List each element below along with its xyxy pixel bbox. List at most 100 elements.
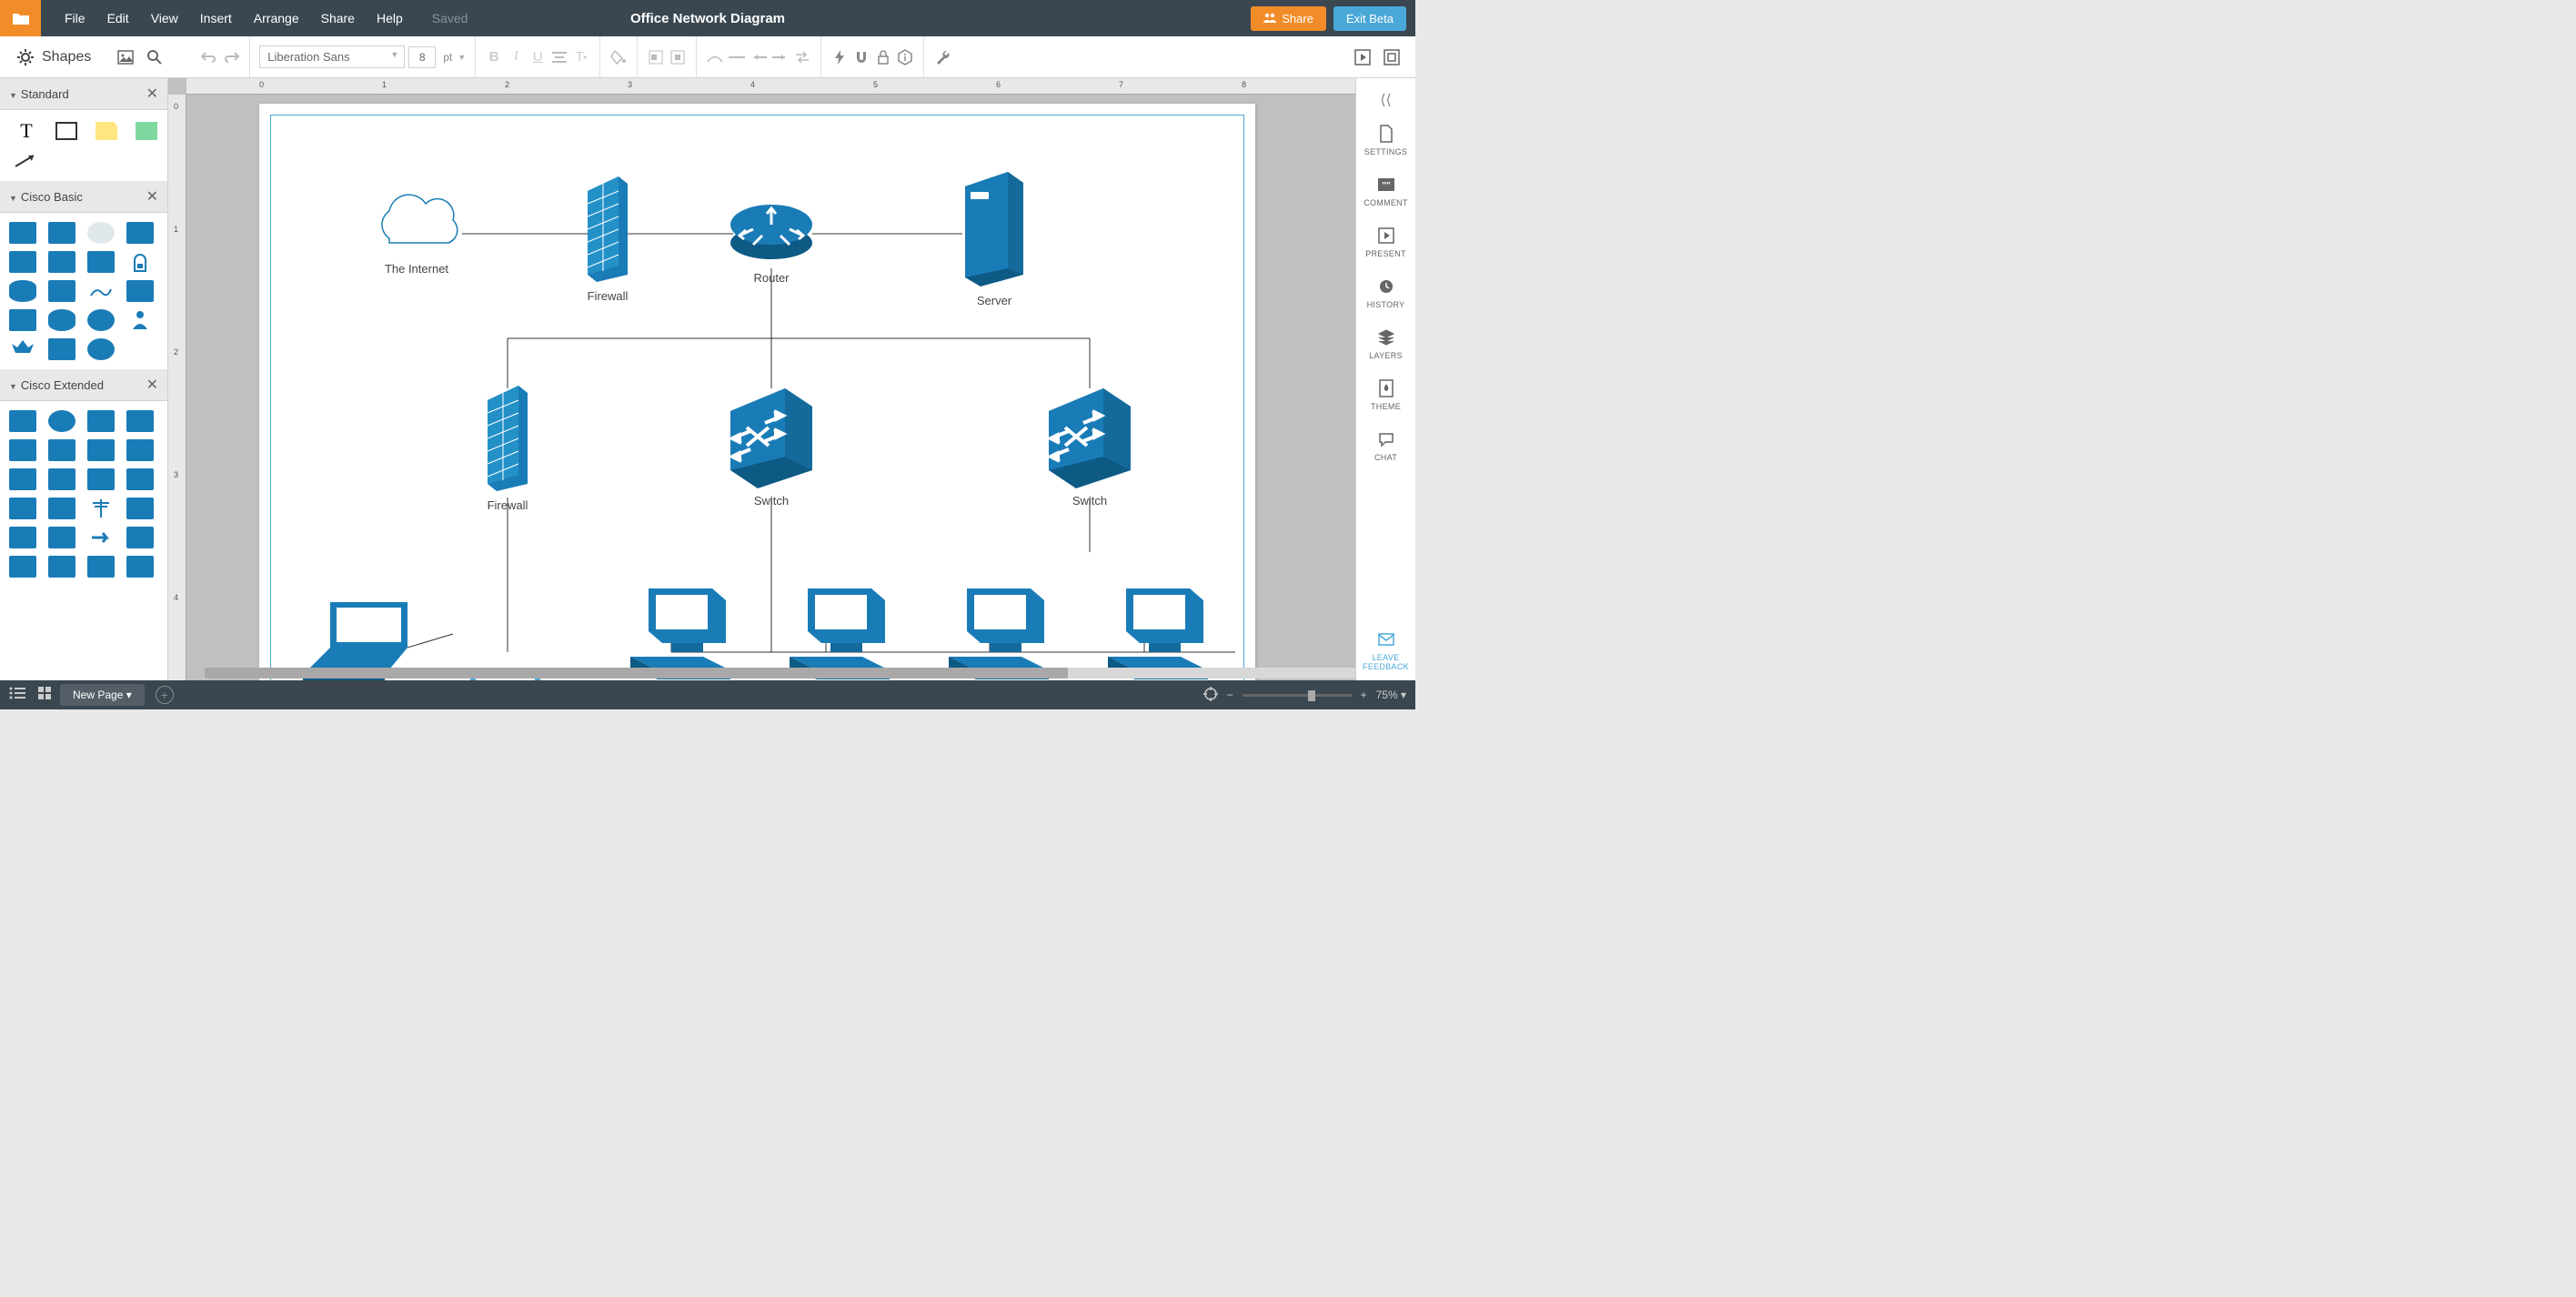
line-style-icon[interactable] xyxy=(728,48,746,66)
cisco-shape[interactable] xyxy=(46,408,77,434)
info-icon[interactable] xyxy=(896,48,914,66)
cisco-shape[interactable] xyxy=(46,467,77,492)
node-pc[interactable] xyxy=(780,584,899,680)
rail-chat[interactable]: CHAT xyxy=(1356,420,1415,471)
zoom-in-button[interactable]: + xyxy=(1361,689,1367,701)
bold-icon[interactable]: B xyxy=(485,48,503,66)
arrow-start-icon[interactable] xyxy=(750,48,768,66)
redo-icon[interactable] xyxy=(222,48,240,66)
close-icon[interactable]: ✕ xyxy=(146,376,158,394)
align-center-icon[interactable] xyxy=(669,48,687,66)
menu-file[interactable]: File xyxy=(54,0,96,36)
node-pc[interactable] xyxy=(940,584,1058,680)
cisco-shape[interactable] xyxy=(46,220,77,246)
cisco-shape[interactable] xyxy=(46,278,77,304)
cisco-shape[interactable] xyxy=(86,437,116,463)
share-button[interactable]: Share xyxy=(1251,6,1326,31)
cisco-shape[interactable] xyxy=(7,278,38,304)
undo-icon[interactable] xyxy=(200,48,218,66)
magnet-icon[interactable] xyxy=(852,48,870,66)
menu-edit[interactable]: Edit xyxy=(96,0,140,36)
node-switch-2[interactable]: Switch xyxy=(1040,384,1140,508)
cisco-shape[interactable] xyxy=(125,220,156,246)
cisco-shape[interactable] xyxy=(86,278,116,304)
cisco-shape[interactable] xyxy=(125,408,156,434)
cisco-shape[interactable] xyxy=(46,525,77,550)
shape-fill[interactable] xyxy=(129,119,164,143)
scrollbar-horizontal[interactable] xyxy=(205,668,1355,679)
arrow-end-icon[interactable] xyxy=(771,48,790,66)
underline-icon[interactable]: U xyxy=(528,48,547,66)
panel-cisco-extended-header[interactable]: ▼Cisco Extended ✕ xyxy=(0,369,167,401)
zoom-level[interactable]: 75% ▾ xyxy=(1376,689,1406,701)
node-firewall-2[interactable]: Firewall xyxy=(480,384,535,512)
cisco-shape[interactable] xyxy=(125,525,156,550)
zoom-slider[interactable] xyxy=(1243,694,1352,697)
zoom-out-button[interactable]: − xyxy=(1227,689,1233,701)
rail-comment[interactable]: "" COMMENT xyxy=(1356,166,1415,216)
cisco-shape[interactable] xyxy=(7,307,38,333)
canvas-page[interactable]: The Internet Firewall xyxy=(259,104,1255,680)
fill-icon[interactable] xyxy=(609,48,628,66)
swap-icon[interactable] xyxy=(793,48,811,66)
exit-beta-button[interactable]: Exit Beta xyxy=(1333,6,1406,31)
cisco-shape[interactable] xyxy=(46,496,77,521)
cisco-shape[interactable] xyxy=(46,337,77,362)
cisco-shape[interactable] xyxy=(86,408,116,434)
play-icon[interactable] xyxy=(1353,48,1372,66)
cisco-shape[interactable] xyxy=(7,525,38,550)
shape-arrow[interactable] xyxy=(9,148,44,172)
grid-view-icon[interactable] xyxy=(38,687,51,704)
close-icon[interactable]: ✕ xyxy=(146,85,158,103)
cisco-shape[interactable] xyxy=(46,249,77,275)
rail-history[interactable]: HISTORY xyxy=(1356,267,1415,318)
align-icon[interactable] xyxy=(550,48,569,66)
cisco-shape[interactable] xyxy=(7,249,38,275)
cisco-shape[interactable] xyxy=(86,249,116,275)
cisco-shape[interactable] xyxy=(7,437,38,463)
panel-standard-header[interactable]: ▼Standard ✕ xyxy=(0,78,167,110)
wrench-icon[interactable] xyxy=(933,48,951,66)
shapes-button[interactable]: Shapes xyxy=(7,43,100,72)
cisco-shape[interactable] xyxy=(125,554,156,579)
node-router[interactable]: Router xyxy=(726,197,817,285)
cisco-shape[interactable] xyxy=(86,467,116,492)
menu-arrange[interactable]: Arrange xyxy=(243,0,310,36)
cisco-shape[interactable] xyxy=(86,525,116,550)
menu-help[interactable]: Help xyxy=(366,0,414,36)
target-icon[interactable] xyxy=(1203,687,1218,704)
rail-feedback[interactable]: LEAVE FEEDBACK xyxy=(1356,620,1415,680)
close-icon[interactable]: ✕ xyxy=(146,187,158,206)
rail-settings[interactable]: SETTINGS xyxy=(1356,115,1415,166)
panel-cisco-basic-header[interactable]: ▼Cisco Basic ✕ xyxy=(0,181,167,213)
node-switch-1[interactable]: Switch xyxy=(721,384,821,508)
shape-note[interactable] xyxy=(89,119,124,143)
cisco-shape[interactable] xyxy=(7,408,38,434)
cisco-shape[interactable] xyxy=(7,467,38,492)
document-title[interactable]: Office Network Diagram xyxy=(630,11,785,26)
search-icon[interactable] xyxy=(146,48,164,66)
bolt-icon[interactable] xyxy=(830,48,849,66)
cisco-shape[interactable] xyxy=(46,307,77,333)
cisco-shape[interactable] xyxy=(125,437,156,463)
cisco-shape[interactable] xyxy=(125,467,156,492)
cisco-shape[interactable] xyxy=(125,278,156,304)
shape-text[interactable]: T xyxy=(9,119,44,143)
cisco-shape[interactable] xyxy=(86,220,116,246)
canvas-area[interactable]: 0 1 2 3 4 5 6 7 8 0 1 2 3 4 xyxy=(168,78,1355,680)
cisco-shape[interactable] xyxy=(125,496,156,521)
menu-insert[interactable]: Insert xyxy=(189,0,243,36)
menu-view[interactable]: View xyxy=(140,0,189,36)
align-left-icon[interactable] xyxy=(647,48,665,66)
fullscreen-icon[interactable] xyxy=(1383,48,1401,66)
cisco-shape[interactable] xyxy=(125,249,156,275)
cisco-shape[interactable] xyxy=(86,307,116,333)
rail-theme[interactable]: THEME xyxy=(1356,369,1415,420)
rail-layers[interactable]: LAYERS xyxy=(1356,318,1415,369)
shape-rect[interactable] xyxy=(49,119,84,143)
cisco-shape[interactable] xyxy=(86,337,116,362)
italic-icon[interactable]: I xyxy=(507,48,525,66)
text-style-icon[interactable]: T▸ xyxy=(572,48,590,66)
page-tab[interactable]: New Page ▾ xyxy=(60,684,145,706)
cisco-shape[interactable] xyxy=(86,496,116,521)
